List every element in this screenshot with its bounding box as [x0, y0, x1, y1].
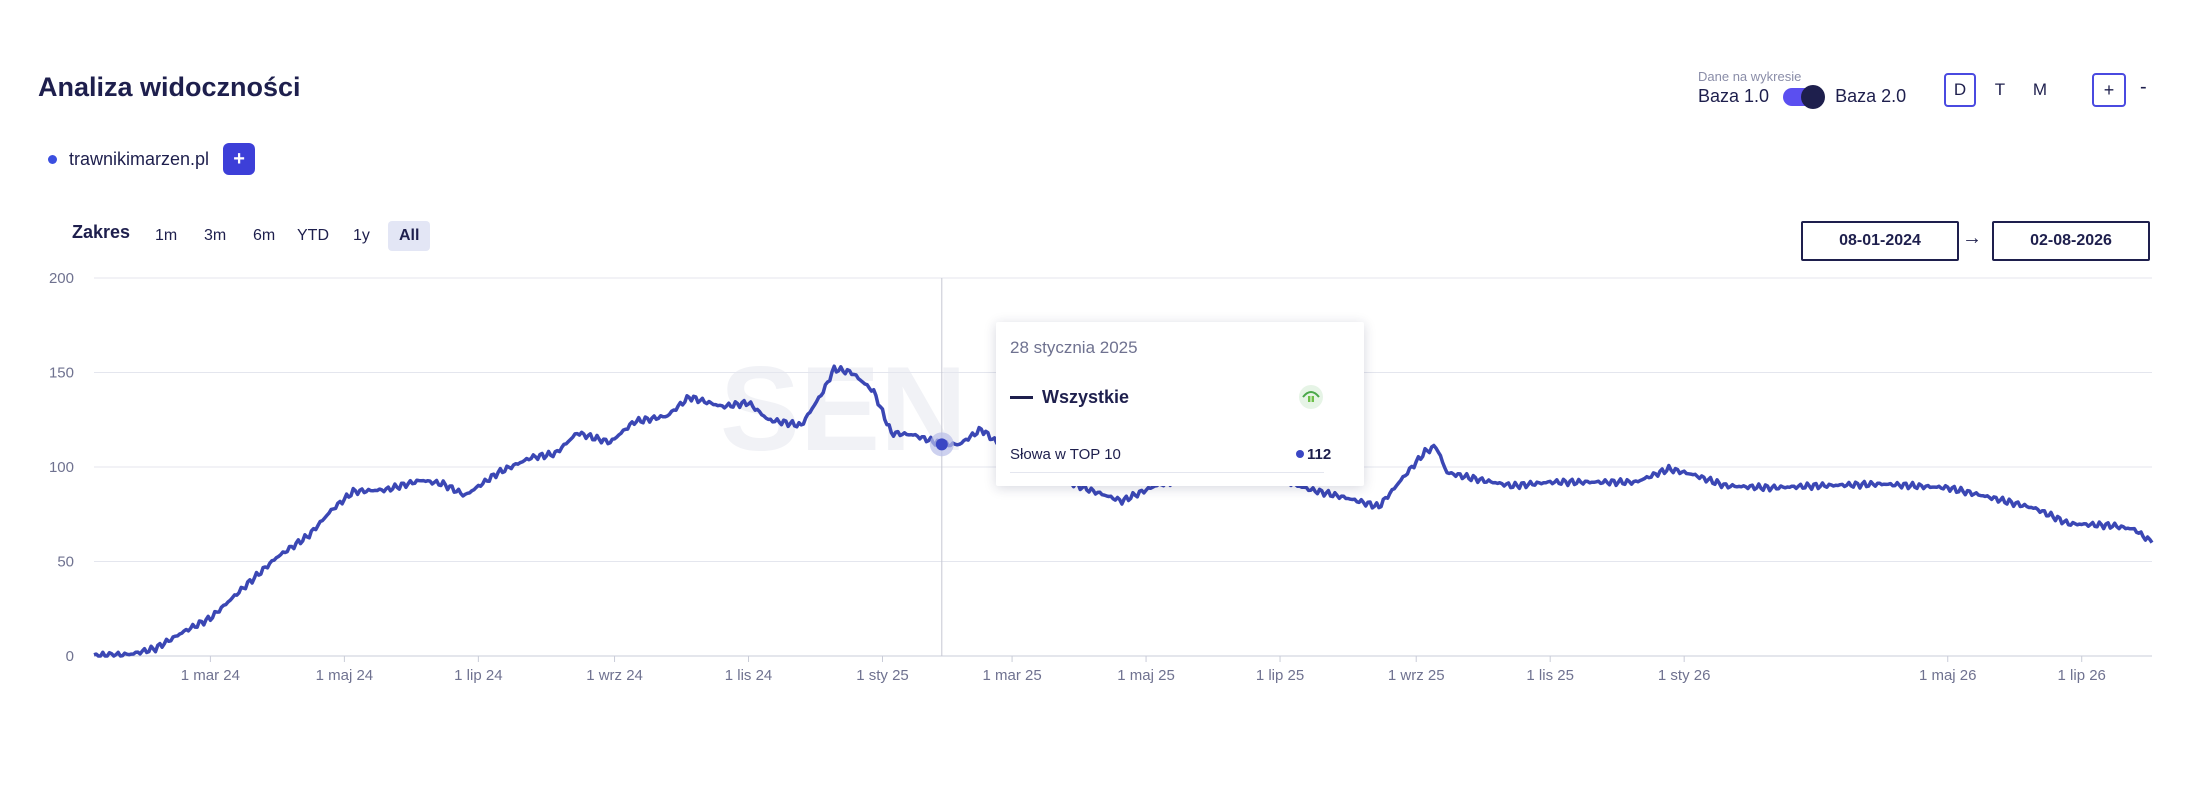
x-tick-label: 1 lip 24 — [454, 667, 502, 684]
y-tick-label: 50 — [57, 554, 74, 571]
x-tick-label: 1 maj 26 — [1919, 667, 1977, 684]
tooltip-series-name: Wszystkie — [1042, 387, 1130, 407]
x-tick-label: 1 lip 25 — [1256, 667, 1304, 684]
x-tick-label: 1 lip 26 — [2058, 667, 2106, 684]
x-tick-label: 1 wrz 24 — [586, 667, 643, 684]
x-tick-label: 1 sty 25 — [856, 667, 909, 684]
tooltip-metric-dot — [1296, 450, 1304, 458]
tooltip-divider — [1010, 472, 1324, 473]
tooltip-metric-value: 112 — [1307, 446, 1332, 463]
x-tick-label: 1 maj 24 — [316, 667, 374, 684]
tooltip-series-line-icon — [1010, 396, 1033, 399]
chart-tooltip: 28 stycznia 2025 Wszystkie Słowa w TOP 1… — [996, 322, 1364, 486]
y-tick-label: 200 — [49, 270, 74, 287]
tooltip-metric-label: Słowa w TOP 10 — [1010, 446, 1121, 463]
x-tick-label: 1 lis 25 — [1526, 667, 1574, 684]
x-tick-label: 1 mar 24 — [181, 667, 240, 684]
y-tick-label: 150 — [49, 365, 74, 382]
site-logo-icon — [1299, 385, 1323, 409]
y-tick-label: 0 — [66, 648, 74, 665]
y-tick-label: 100 — [49, 459, 74, 476]
x-tick-label: 1 mar 25 — [982, 667, 1041, 684]
x-tick-label: 1 wrz 25 — [1388, 667, 1445, 684]
tooltip-date: 28 stycznia 2025 — [1010, 338, 1138, 357]
hover-point — [935, 438, 948, 451]
x-tick-label: 1 maj 25 — [1117, 667, 1175, 684]
x-tick-label: 1 sty 26 — [1658, 667, 1711, 684]
x-tick-label: 1 lis 24 — [725, 667, 773, 684]
